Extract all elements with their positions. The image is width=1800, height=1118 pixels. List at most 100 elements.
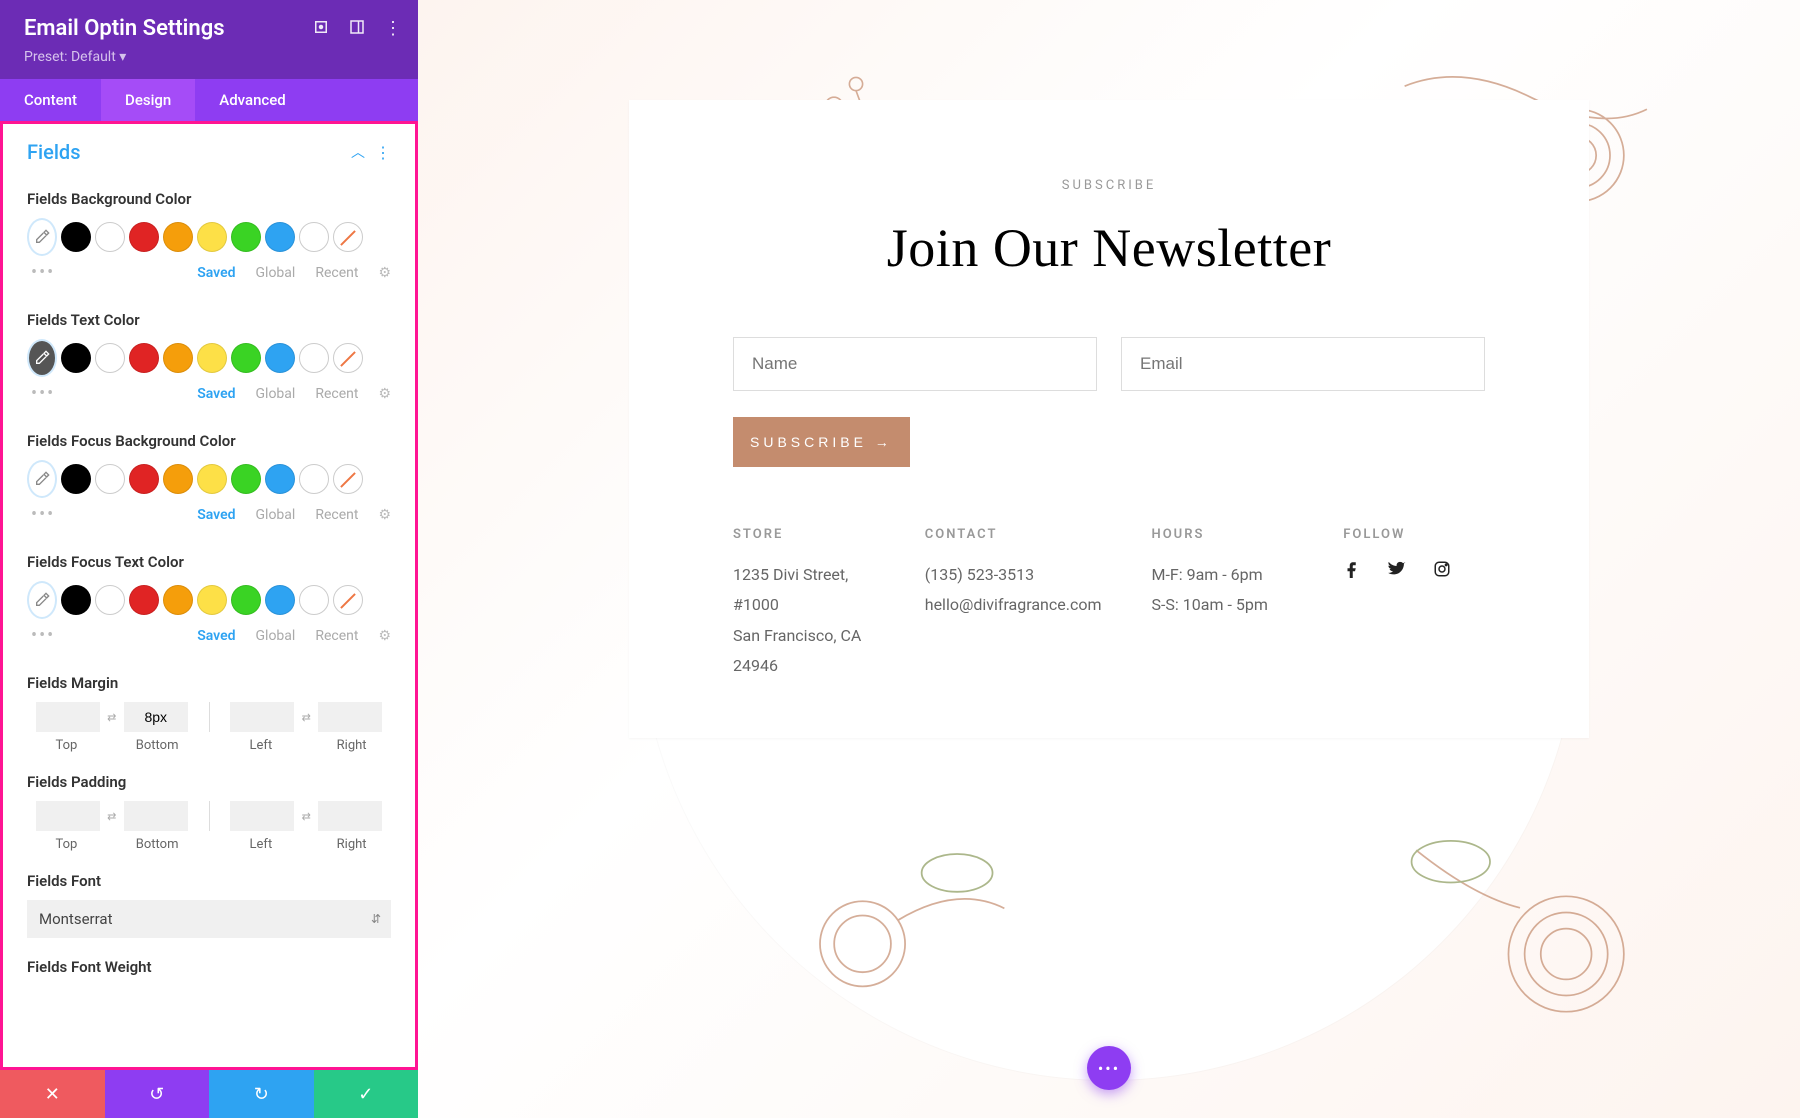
color-swatch[interactable] — [299, 585, 329, 615]
no-color-swatch[interactable] — [333, 585, 363, 615]
color-swatch[interactable] — [231, 585, 261, 615]
gear-icon[interactable]: ⚙ — [378, 265, 391, 281]
preset-selector[interactable]: Preset: Default ▾ — [24, 49, 394, 65]
color-swatch[interactable] — [61, 222, 91, 252]
color-swatch[interactable] — [163, 464, 193, 494]
link-icon[interactable]: ⇄ — [102, 702, 122, 732]
tab-design[interactable]: Design — [101, 79, 195, 121]
margin-top-input[interactable] — [36, 702, 100, 732]
more-icon[interactable]: ••• — [31, 383, 55, 404]
padding-top-input[interactable] — [36, 801, 100, 831]
color-swatch[interactable] — [95, 222, 125, 252]
color-swatch[interactable] — [265, 222, 295, 252]
link-icon[interactable]: ⇄ — [296, 801, 316, 831]
kebab-icon[interactable]: ⋮ — [375, 143, 391, 162]
link-icon[interactable]: ⇄ — [102, 801, 122, 831]
color-swatch[interactable] — [299, 222, 329, 252]
eyedropper-icon[interactable] — [27, 581, 57, 619]
kebab-icon[interactable]: ⋮ — [384, 18, 402, 39]
color-swatch[interactable] — [95, 585, 125, 615]
close-button[interactable]: ✕ — [0, 1070, 105, 1118]
color-swatch[interactable] — [231, 343, 261, 373]
subscribe-button[interactable]: SUBSCRIBE → — [733, 417, 910, 467]
color-swatch[interactable] — [231, 222, 261, 252]
color-swatch[interactable] — [231, 464, 261, 494]
undo-button[interactable]: ↺ — [105, 1070, 210, 1118]
eyedropper-icon[interactable] — [27, 339, 57, 377]
color-swatch[interactable] — [163, 222, 193, 252]
no-color-swatch[interactable] — [333, 464, 363, 494]
padding-right-input[interactable] — [318, 801, 382, 831]
color-swatch[interactable] — [129, 222, 159, 252]
eyedropper-icon[interactable] — [27, 460, 57, 498]
redo-button[interactable]: ↻ — [209, 1070, 314, 1118]
palette-saved-tab[interactable]: Saved — [197, 628, 235, 644]
color-swatch[interactable] — [61, 343, 91, 373]
name-input[interactable] — [733, 337, 1097, 391]
twitter-icon[interactable] — [1387, 560, 1407, 578]
color-swatch[interactable] — [163, 585, 193, 615]
tab-advanced[interactable]: Advanced — [195, 79, 309, 121]
color-swatch[interactable] — [197, 343, 227, 373]
padding-bottom-input[interactable] — [124, 801, 188, 831]
gear-icon[interactable]: ⚙ — [378, 386, 391, 402]
snap-icon[interactable] — [348, 18, 366, 39]
palette-recent-tab[interactable]: Recent — [315, 507, 358, 523]
palette-recent-tab[interactable]: Recent — [315, 386, 358, 402]
gear-icon[interactable]: ⚙ — [378, 628, 391, 644]
font-select[interactable]: Montserrat — [27, 900, 391, 938]
palette-saved-tab[interactable]: Saved — [197, 386, 235, 402]
palette-global-tab[interactable]: Global — [256, 265, 296, 281]
gear-icon[interactable]: ⚙ — [378, 507, 391, 523]
margin-right-input[interactable] — [318, 702, 382, 732]
palette-recent-tab[interactable]: Recent — [315, 628, 358, 644]
section-fields-header[interactable]: Fields ︿ ⋮ — [3, 124, 415, 174]
color-swatch[interactable] — [299, 343, 329, 373]
more-icon[interactable]: ••• — [31, 262, 55, 283]
color-swatch[interactable] — [299, 464, 329, 494]
palette-global-tab[interactable]: Global — [256, 507, 296, 523]
hours-column: HOURS M-F: 9am - 6pmS-S: 10am - 5pm — [1152, 527, 1294, 682]
link-icon[interactable]: ⇄ — [296, 702, 316, 732]
color-swatch[interactable] — [265, 343, 295, 373]
facebook-icon[interactable] — [1343, 560, 1361, 578]
color-swatch[interactable] — [163, 343, 193, 373]
no-color-swatch[interactable] — [333, 343, 363, 373]
color-swatch[interactable] — [95, 343, 125, 373]
color-swatch[interactable] — [197, 585, 227, 615]
color-swatch[interactable] — [129, 343, 159, 373]
palette-saved-tab[interactable]: Saved — [197, 507, 235, 523]
email-input[interactable] — [1121, 337, 1485, 391]
palette-recent-tab[interactable]: Recent — [315, 265, 358, 281]
color-swatch[interactable] — [61, 464, 91, 494]
color-swatch[interactable] — [265, 464, 295, 494]
more-icon[interactable]: ••• — [31, 504, 55, 525]
color-swatch[interactable] — [129, 585, 159, 615]
palette-saved-tab[interactable]: Saved — [197, 265, 235, 281]
fab-button[interactable]: ••• — [1087, 1046, 1131, 1090]
newsletter-card: SUBSCRIBE Join Our Newsletter SUBSCRIBE … — [629, 100, 1589, 738]
tab-content[interactable]: Content — [0, 79, 101, 121]
select-caret-icon: ⇵ — [371, 912, 381, 926]
color-swatch[interactable] — [95, 464, 125, 494]
expand-icon[interactable] — [312, 18, 330, 39]
color-swatch[interactable] — [197, 464, 227, 494]
footer-columns: STORE 1235 Divi Street, #1000San Francis… — [733, 527, 1485, 682]
color-swatch[interactable] — [265, 585, 295, 615]
field-label: Fields Focus Text Color — [27, 553, 391, 571]
save-button[interactable]: ✓ — [314, 1070, 419, 1118]
no-color-swatch[interactable] — [333, 222, 363, 252]
color-swatch[interactable] — [197, 222, 227, 252]
instagram-icon[interactable] — [1433, 560, 1451, 578]
palette-global-tab[interactable]: Global — [256, 628, 296, 644]
palette-global-tab[interactable]: Global — [256, 386, 296, 402]
color-swatch[interactable] — [61, 585, 91, 615]
padding-left-input[interactable] — [230, 801, 294, 831]
color-swatch[interactable] — [129, 464, 159, 494]
settings-body[interactable]: Fields ︿ ⋮ Fields Background Color•••Sav… — [0, 121, 418, 1070]
margin-left-input[interactable] — [230, 702, 294, 732]
margin-bottom-input[interactable] — [124, 702, 188, 732]
eyedropper-icon[interactable] — [27, 218, 57, 256]
more-icon[interactable]: ••• — [31, 625, 55, 646]
chevron-up-icon[interactable]: ︿ — [351, 142, 365, 162]
